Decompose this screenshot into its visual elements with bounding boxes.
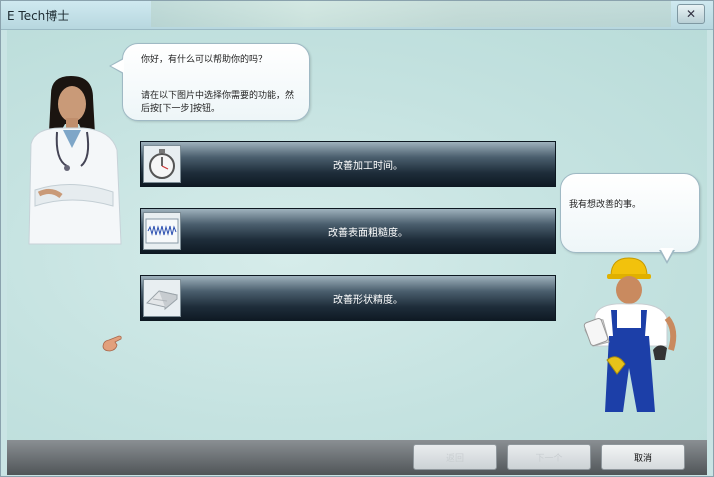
next-button-label: 下一个 (535, 453, 563, 464)
worker-speech-bubble: 我有想改善的事。 (560, 173, 700, 264)
worker-text: 我有想改善的事。 (569, 200, 642, 210)
option-label: 改善表面粗糙度。 (328, 227, 408, 239)
cancel-button[interactable]: 取消 (601, 444, 685, 470)
option-label: 改善形状精度。 (333, 294, 403, 306)
doctor-avatar (28, 76, 122, 245)
title-bar: E Tech博士 ✕ (1, 1, 713, 30)
stopwatch-icon (143, 145, 181, 183)
instruction-text: 请在以下图片中选择你需要的功能，然后按[下一步]按钮。 (141, 91, 295, 114)
option-shape-accuracy-button[interactable]: 改善形状精度。 (140, 275, 556, 321)
back-button-label: 返回 (445, 453, 464, 464)
assistant-window: E Tech博士 ✕ 你好，有什么可以帮助你的吗？ 请在以下图片中选择你需要的功… (0, 0, 714, 477)
title-decoration (151, 1, 671, 27)
surface-roughness-icon (143, 212, 181, 250)
close-icon: ✕ (685, 7, 697, 21)
shape-accuracy-icon (143, 279, 181, 317)
close-button[interactable]: ✕ (677, 4, 705, 24)
option-label: 改善加工时间。 (333, 160, 403, 172)
back-button[interactable]: 返回 (413, 444, 497, 470)
option-surface-roughness-button[interactable]: 改善表面粗糙度。 (140, 208, 556, 254)
worker-avatar (583, 257, 677, 412)
pointing-hand-icon (102, 335, 122, 352)
cancel-button-label: 取消 (633, 453, 652, 464)
next-button[interactable]: 下一个 (507, 444, 591, 470)
greeting-text: 你好，有什么可以帮助你的吗？ (141, 55, 268, 65)
doctor-speech-bubble: 你好，有什么可以帮助你的吗？ 请在以下图片中选择你需要的功能，然后按[下一步]按… (109, 43, 310, 121)
content-area: 你好，有什么可以帮助你的吗？ 请在以下图片中选择你需要的功能，然后按[下一步]按… (7, 30, 707, 440)
bubble-tail-fill (111, 59, 124, 73)
window-title: E Tech博士 (7, 9, 70, 23)
footer-bar: 返回 下一个 取消 (7, 440, 707, 475)
option-machining-time-button[interactable]: 改善加工时间。 (140, 141, 556, 187)
